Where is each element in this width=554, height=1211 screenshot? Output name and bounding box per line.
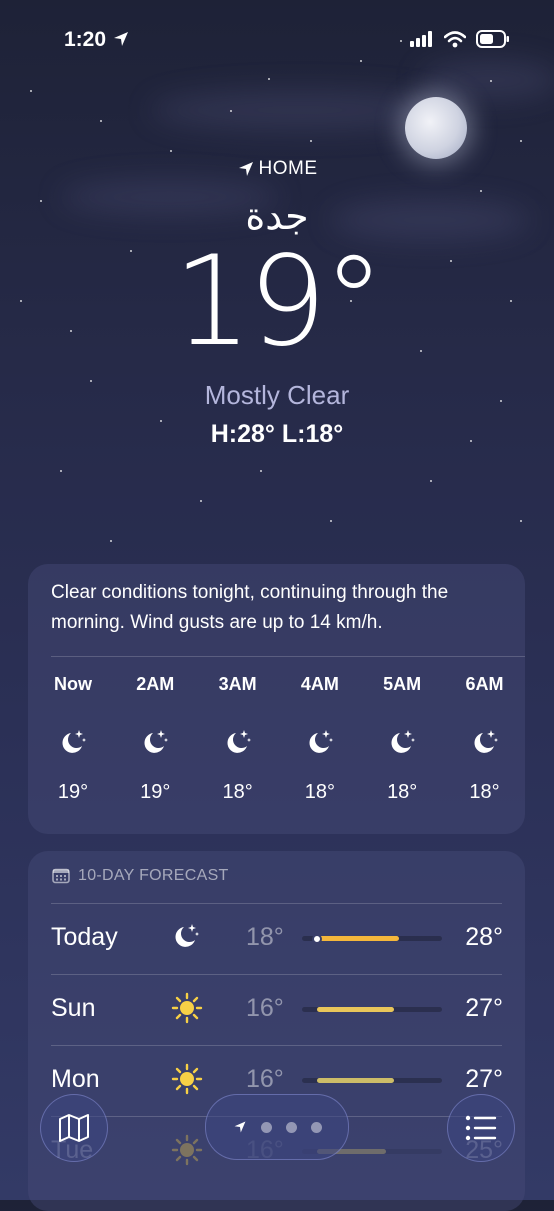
hour-item: 2AM 19° xyxy=(120,674,190,804)
star xyxy=(200,500,202,502)
hour-temp: 18° xyxy=(222,781,253,803)
star xyxy=(268,78,270,80)
day-row[interactable]: Today 18° 28° xyxy=(28,903,525,973)
hour-temp: 18° xyxy=(469,781,500,803)
current-temperature: 19° xyxy=(173,230,385,374)
temp-range-fill xyxy=(317,1007,395,1012)
ten-day-title: 10-DAY FORECAST xyxy=(78,867,229,884)
temp-range-fill xyxy=(317,1078,395,1083)
star xyxy=(520,520,522,522)
day-high: 27° xyxy=(465,994,503,1022)
page-indicator[interactable] xyxy=(205,1094,349,1160)
moon-stars-icon xyxy=(203,727,273,761)
high-low-text: H:28° L:18° xyxy=(210,420,344,448)
star xyxy=(60,470,62,472)
cloud xyxy=(420,60,554,100)
day-low: 16° xyxy=(246,1065,284,1093)
hour-label: 2AM xyxy=(136,674,175,694)
page-dot[interactable] xyxy=(310,1121,322,1133)
star xyxy=(170,150,172,152)
star xyxy=(110,540,112,542)
day-row[interactable]: Sun 16° 27° xyxy=(28,974,525,1044)
star xyxy=(100,120,102,122)
condition-text: Mostly Clear xyxy=(204,380,350,410)
moon-stars-icon xyxy=(367,727,437,761)
list-button[interactable] xyxy=(447,1094,515,1162)
hour-item: Now 19° xyxy=(38,674,108,804)
list-icon xyxy=(465,1115,497,1141)
hour-label: 3AM xyxy=(218,674,257,694)
temp-range-bar xyxy=(302,933,442,944)
divider xyxy=(51,656,525,657)
temp-range-fill xyxy=(314,936,399,941)
moon-stars-icon xyxy=(171,921,201,956)
sun-icon xyxy=(171,992,203,1029)
day-high: 28° xyxy=(465,923,503,951)
hour-item: 5AM 18° xyxy=(367,674,437,804)
location-label: HOME xyxy=(0,158,554,180)
star xyxy=(330,520,332,522)
star xyxy=(490,80,492,82)
day-low: 18° xyxy=(246,923,284,951)
star xyxy=(310,140,312,142)
star xyxy=(360,60,362,62)
day-label: Today xyxy=(51,923,118,951)
hour-item: 3AM 18° xyxy=(203,674,273,804)
calendar-icon xyxy=(52,868,70,884)
page-dot[interactable] xyxy=(260,1121,272,1133)
status-icons xyxy=(410,30,510,48)
hour-item: 4AM 18° xyxy=(285,674,355,804)
forecast-summary: Clear conditions tonight, continuing thr… xyxy=(51,582,449,633)
day-label: Sun xyxy=(51,994,96,1022)
moon-icon xyxy=(405,97,467,159)
day-high: 27° xyxy=(465,1065,503,1093)
day-low: 16° xyxy=(246,994,284,1022)
star xyxy=(30,90,32,92)
location-home-label: HOME xyxy=(258,158,318,179)
star xyxy=(480,190,482,192)
hourly-forecast-card[interactable]: Clear conditions tonight, continuing thr… xyxy=(28,564,525,834)
location-arrow-icon xyxy=(234,1121,245,1133)
moon-stars-icon xyxy=(450,727,520,761)
star xyxy=(230,110,232,112)
moon-stars-icon xyxy=(285,727,355,761)
hour-temp: 19° xyxy=(57,781,89,803)
star xyxy=(520,140,522,142)
hour-label: Now xyxy=(54,674,92,694)
moon-stars-icon xyxy=(120,727,190,761)
star xyxy=(430,480,432,482)
status-time: 1:20 xyxy=(64,28,107,51)
temp-range-bar xyxy=(302,1078,442,1083)
star xyxy=(260,470,262,472)
sun-icon xyxy=(171,1134,203,1171)
map-button[interactable] xyxy=(40,1094,108,1162)
cellular-signal-icon xyxy=(410,31,432,47)
hour-temp: 18° xyxy=(387,781,418,803)
hour-label: 6AM xyxy=(465,674,504,694)
location-arrow-icon xyxy=(238,162,253,176)
hour-label: 5AM xyxy=(383,674,422,694)
sun-icon xyxy=(171,1063,203,1100)
moon-stars-icon xyxy=(38,727,108,761)
current-temp-marker xyxy=(312,933,323,944)
location-arrow-icon xyxy=(113,32,128,46)
hour-temp: 19° xyxy=(140,781,171,803)
map-icon xyxy=(59,1114,89,1142)
temp-range-bar xyxy=(302,1007,442,1012)
wifi-icon xyxy=(444,30,466,47)
star xyxy=(400,40,402,42)
day-label: Mon xyxy=(51,1065,100,1093)
status-bar: 1:20 xyxy=(64,28,130,52)
hour-temp: 18° xyxy=(304,781,336,803)
ten-day-header: 10-DAY FORECAST xyxy=(52,867,229,885)
page-dot[interactable] xyxy=(285,1121,297,1133)
hour-item: 6AM 18° xyxy=(450,674,520,804)
hour-label: 4AM xyxy=(300,674,339,694)
battery-icon xyxy=(476,30,509,48)
